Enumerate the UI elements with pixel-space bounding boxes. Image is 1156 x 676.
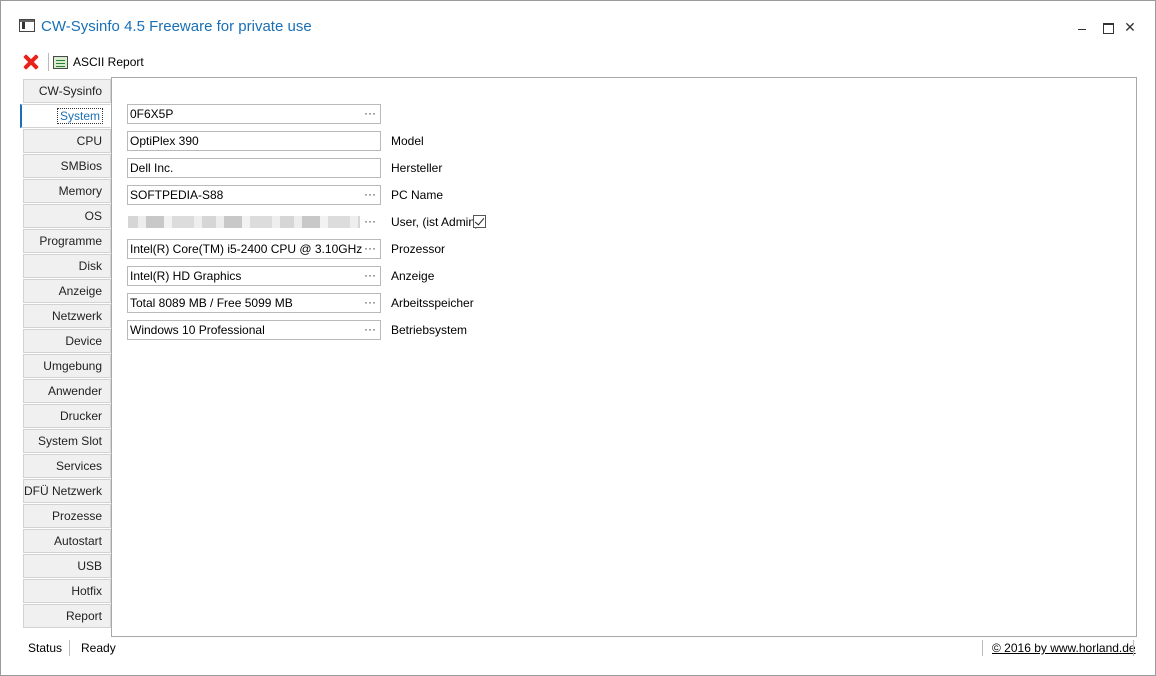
user-label: User, (ist Admin) (391, 215, 480, 229)
tab-dfu-netzwerk[interactable]: DFÜ Netzwerk (23, 479, 111, 503)
field-row-arbeitsspeicher: Total 8089 MB / Free 5099 MB ··· Arbeitss… (127, 293, 627, 313)
service-tag-field[interactable]: 0F6X5P ··· (127, 104, 381, 124)
hersteller-field[interactable]: Dell Inc. (127, 158, 381, 178)
copyright-link[interactable]: © 2016 by www.horland.de (992, 641, 1136, 655)
system-panel: 0F6X5P ··· OptiPlex 390 Model Dell Inc. H… (111, 77, 1137, 637)
tab-services[interactable]: Services (23, 454, 111, 478)
field-row-service-tag: 0F6X5P ··· (127, 104, 627, 124)
tab-list: CW-Sysinfo System CPU SMBios Memory OS P… (20, 79, 111, 629)
tab-programme[interactable]: Programme (23, 229, 111, 253)
tab-cw-sysinfo[interactable]: CW-Sysinfo (23, 79, 111, 103)
field-row-hersteller: Dell Inc. Hersteller (127, 158, 627, 178)
ellipsis-button[interactable]: ··· (364, 321, 376, 337)
ellipsis-button[interactable]: ··· (364, 186, 376, 202)
tab-device[interactable]: Device (23, 329, 111, 353)
status-separator (982, 640, 983, 656)
title-bar[interactable]: CW-Sysinfo 4.5 Freeware for private use … (1, 1, 1155, 41)
status-separator (1133, 640, 1134, 656)
tab-os[interactable]: OS (23, 204, 111, 228)
tab-autostart[interactable]: Autostart (23, 529, 111, 553)
field-row-pc-name: SOFTPEDIA-S88 ··· PC Name (127, 185, 627, 205)
tab-anzeige[interactable]: Anzeige (23, 279, 111, 303)
minimize-button[interactable] (1069, 15, 1095, 39)
tab-cpu[interactable]: CPU (23, 129, 111, 153)
tab-netzwerk[interactable]: Netzwerk (23, 304, 111, 328)
app-window: CW-Sysinfo 4.5 Freeware for private use … (0, 0, 1156, 676)
status-bar: Status Ready © 2016 by www.horland.de (1, 639, 1155, 659)
prozessor-field[interactable]: Intel(R) Core(TM) i5-2400 CPU @ 3.10GHz ·… (127, 239, 381, 259)
field-row-prozessor: Intel(R) Core(TM) i5-2400 CPU @ 3.10GHz ·… (127, 239, 627, 259)
betriebsystem-field[interactable]: Windows 10 Professional ··· (127, 320, 381, 340)
tab-system[interactable]: System (20, 104, 111, 128)
status-separator (69, 640, 70, 656)
user-field[interactable]: ··· (127, 212, 381, 232)
ascii-report-label: ASCII Report (73, 55, 144, 69)
betriebsystem-label: Betriebsystem (391, 323, 468, 337)
arbeitsspeicher-field[interactable]: Total 8089 MB / Free 5099 MB ··· (127, 293, 381, 313)
field-row-betriebsystem: Windows 10 Professional ··· Betriebsystem (127, 320, 627, 340)
tab-report[interactable]: Report (23, 604, 111, 628)
ellipsis-button[interactable]: ··· (364, 105, 376, 121)
ellipsis-button[interactable]: ··· (364, 267, 376, 283)
tab-anwender[interactable]: Anwender (23, 379, 111, 403)
ellipsis-button[interactable]: ··· (364, 240, 376, 256)
pc-name-label: PC Name (391, 188, 444, 202)
report-icon (53, 55, 68, 69)
status-label: Status (28, 641, 63, 655)
field-row-user: ··· User, (ist Admin) (127, 212, 627, 232)
pc-name-field[interactable]: SOFTPEDIA-S88 ··· (127, 185, 381, 205)
close-window-button[interactable]: ✕ (1117, 15, 1143, 39)
tab-prozesse[interactable]: Prozesse (23, 504, 111, 528)
ascii-report-button[interactable]: ASCII Report (53, 52, 144, 72)
tab-memory[interactable]: Memory (23, 179, 111, 203)
is-admin-checkbox[interactable] (473, 215, 486, 228)
toolbar-separator (48, 53, 49, 71)
model-field[interactable]: OptiPlex 390 (127, 131, 381, 151)
tab-drucker[interactable]: Drucker (23, 404, 111, 428)
toolbar: ASCII Report (1, 49, 601, 75)
tab-smbios[interactable]: SMBios (23, 154, 111, 178)
field-row-anzeige: Intel(R) HD Graphics ··· Anzeige (127, 266, 627, 286)
window-title: CW-Sysinfo 4.5 Freeware for private use (41, 18, 312, 35)
status-value: Ready (81, 641, 116, 655)
model-label: Model (391, 134, 424, 148)
app-icon[interactable] (19, 19, 35, 32)
tab-usb[interactable]: USB (23, 554, 111, 578)
prozessor-label: Prozessor (391, 242, 446, 256)
field-row-model: OptiPlex 390 Model (127, 131, 627, 151)
tab-disk[interactable]: Disk (23, 254, 111, 278)
ellipsis-button[interactable]: ··· (364, 213, 376, 229)
tab-umgebung[interactable]: Umgebung (23, 354, 111, 378)
hersteller-label: Hersteller (391, 161, 443, 175)
tab-hotfix[interactable]: Hotfix (23, 579, 111, 603)
redacted-user-value (128, 216, 360, 228)
anzeige-label: Anzeige (391, 269, 435, 283)
ellipsis-button[interactable]: ··· (364, 294, 376, 310)
arbeitsspeicher-label: Arbeitsspeicher (391, 296, 474, 310)
tab-system-slot[interactable]: System Slot (23, 429, 111, 453)
anzeige-field[interactable]: Intel(R) HD Graphics ··· (127, 266, 381, 286)
red-x-icon[interactable] (21, 52, 41, 72)
